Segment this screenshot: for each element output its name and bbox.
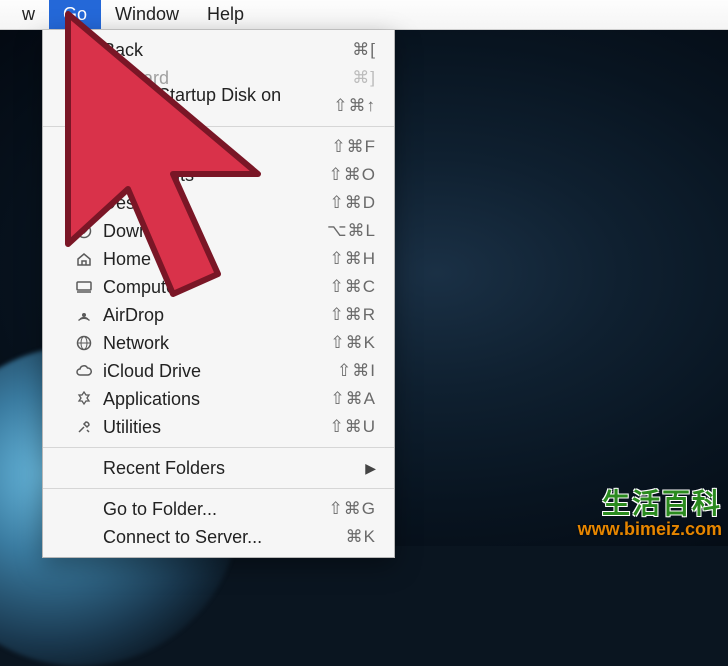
- menu-shortcut: ⇧⌘K: [330, 333, 376, 353]
- menu-label: Documents: [103, 165, 329, 186]
- submenu-arrow-icon: ▶: [365, 460, 376, 477]
- menubar-item-go[interactable]: Go: [49, 0, 101, 29]
- menu-item-back[interactable]: Back ⌘[: [43, 36, 394, 64]
- menu-item-go-to-folder[interactable]: Go to Folder... ⇧⌘G: [43, 495, 394, 523]
- watermark-url: www.bimeiz.com: [578, 520, 722, 540]
- menubar-item-help[interactable]: Help: [193, 0, 258, 29]
- menu-label: Recent Folders: [103, 458, 365, 479]
- menu-label: Computer: [103, 277, 329, 298]
- menu-item-computer[interactable]: Computer ⇧⌘C: [43, 273, 394, 301]
- menu-label: Network: [103, 333, 330, 354]
- menu-shortcut: ⇧⌘F: [331, 137, 376, 157]
- menu-shortcut: ⇧⌘O: [329, 165, 376, 185]
- all-files-icon: [73, 139, 95, 155]
- menu-item-select-startup[interactable]: Select Startup Disk on Desktop ⇧⌘↑: [43, 92, 394, 120]
- menu-item-documents[interactable]: Documents ⇧⌘O: [43, 161, 394, 189]
- menu-item-applications[interactable]: Applications ⇧⌘A: [43, 385, 394, 413]
- menu-shortcut: ⌥⌘L: [327, 221, 376, 241]
- documents-icon: [73, 167, 95, 183]
- menu-shortcut: ⌘K: [346, 527, 376, 547]
- menu-label: Select Startup Disk on Desktop: [103, 85, 333, 127]
- menubar: w Go Window Help: [0, 0, 728, 30]
- watermark-title: 生活百科: [578, 489, 722, 520]
- menu-item-downloads[interactable]: Downloads ⌥⌘L: [43, 217, 394, 245]
- menu-label: AirDrop: [103, 305, 329, 326]
- menu-item-network[interactable]: Network ⇧⌘K: [43, 329, 394, 357]
- menu-label: Desktop: [103, 193, 329, 214]
- airdrop-icon: [73, 307, 95, 323]
- downloads-icon: [73, 223, 95, 239]
- menu-item-home[interactable]: Home ⇧⌘H: [43, 245, 394, 273]
- menu-shortcut: ⇧⌘U: [329, 417, 376, 437]
- menu-item-connect-to-server[interactable]: Connect to Server... ⌘K: [43, 523, 394, 551]
- menu-label: Home: [103, 249, 329, 270]
- menu-item-airdrop[interactable]: AirDrop ⇧⌘R: [43, 301, 394, 329]
- menu-shortcut: ⇧⌘G: [329, 499, 376, 519]
- computer-icon: [73, 279, 95, 295]
- menu-label: Back: [103, 40, 352, 61]
- icloud-icon: [73, 363, 95, 379]
- menu-item-recent-folders[interactable]: Recent Folders ▶: [43, 454, 394, 482]
- menu-label: Downloads: [103, 221, 327, 242]
- menu-shortcut: ⇧⌘H: [329, 249, 376, 269]
- menu-shortcut: ⌘]: [352, 68, 376, 88]
- applications-icon: [73, 391, 95, 407]
- desktop-icon: [73, 195, 95, 211]
- menu-item-icloud[interactable]: iCloud Drive ⇧⌘I: [43, 357, 394, 385]
- utilities-icon: [73, 419, 95, 435]
- menu-label: Utilities: [103, 417, 329, 438]
- menu-label: Applications: [103, 389, 330, 410]
- menu-shortcut: ⇧⌘↑: [333, 96, 376, 116]
- menu-shortcut: ⇧⌘I: [337, 361, 376, 381]
- menu-label: All My Files: [103, 137, 331, 158]
- menu-shortcut: ⌘[: [352, 40, 376, 60]
- menu-shortcut: ⇧⌘A: [330, 389, 376, 409]
- menu-shortcut: ⇧⌘D: [329, 193, 376, 213]
- go-menu-dropdown: Back ⌘[ Forward ⌘] Select Startup Disk o…: [42, 30, 395, 558]
- menu-separator: [43, 488, 394, 489]
- home-icon: [73, 251, 95, 267]
- menu-label: Connect to Server...: [103, 527, 346, 548]
- menubar-item-view[interactable]: w: [8, 0, 49, 29]
- menu-item-all-my-files[interactable]: All My Files ⇧⌘F: [43, 133, 394, 161]
- menu-label: iCloud Drive: [103, 361, 337, 382]
- menubar-item-window[interactable]: Window: [101, 0, 193, 29]
- menu-item-utilities[interactable]: Utilities ⇧⌘U: [43, 413, 394, 441]
- menu-label: Go to Folder...: [103, 499, 329, 520]
- menu-item-desktop[interactable]: Desktop ⇧⌘D: [43, 189, 394, 217]
- watermark: 生活百科 www.bimeiz.com: [578, 489, 722, 540]
- network-icon: [73, 335, 95, 351]
- menu-shortcut: ⇧⌘C: [329, 277, 376, 297]
- menu-shortcut: ⇧⌘R: [329, 305, 376, 325]
- menu-separator: [43, 447, 394, 448]
